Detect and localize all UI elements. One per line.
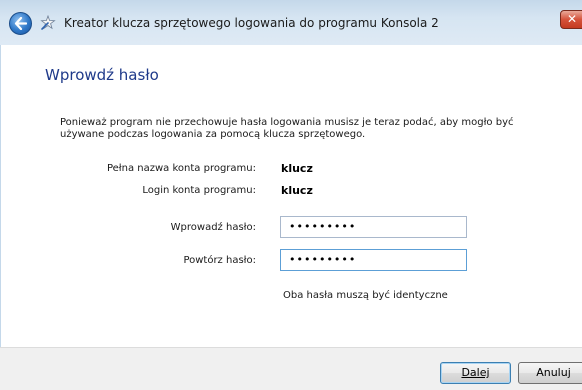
close-icon: ✕ — [567, 12, 578, 26]
window-border — [0, 45, 1, 347]
close-button[interactable]: ✕ — [560, 10, 582, 29]
login-value: klucz — [281, 184, 313, 197]
back-button[interactable] — [9, 12, 32, 35]
password-field[interactable]: ••••••••• — [280, 216, 467, 238]
password-masked-value: ••••••••• — [289, 220, 357, 233]
page-heading: Wprowdź hasło — [45, 66, 159, 84]
title-bar: Kreator klucza sprzętowego logowania do … — [0, 0, 582, 45]
next-button-label: Dalej — [461, 366, 490, 379]
cancel-button[interactable]: Anuluj — [518, 362, 582, 384]
password-hint: Oba hasła muszą być identyczne — [283, 290, 448, 301]
account-name-value: klucz — [281, 162, 313, 175]
wizard-window: Kreator klucza sprzętowego logowania do … — [0, 0, 582, 390]
repeat-password-masked-value: ••••••••• — [289, 253, 357, 266]
account-name-label: Pełna nazwa konta programu: — [106, 163, 256, 174]
window-title: Kreator klucza sprzętowego logowania do … — [64, 16, 439, 30]
back-arrow-icon — [14, 17, 27, 30]
next-button[interactable]: Dalej — [440, 362, 511, 384]
login-label: Login konta programu: — [142, 185, 256, 196]
repeat-password-field[interactable]: ••••••••• — [280, 249, 467, 271]
password-label: Wprowadź hasło: — [170, 222, 256, 233]
repeat-password-label: Powtórz hasło: — [183, 255, 256, 266]
wizard-icon — [40, 15, 56, 30]
page-description: Ponieważ program nie przechowuje hasła l… — [60, 117, 514, 140]
